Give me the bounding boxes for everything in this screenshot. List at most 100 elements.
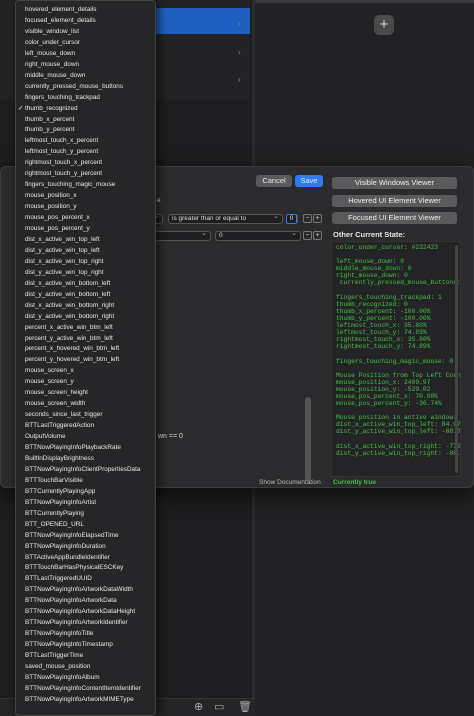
- menu-item-label: dist_x_active_win_bottom_right: [25, 301, 115, 309]
- secondary-select[interactable]: [151, 230, 211, 241]
- menu-item[interactable]: color_under_cursor: [16, 37, 155, 48]
- state-line: currently_pressed_mouse_buttons:: [336, 279, 461, 287]
- menu-item[interactable]: BTTLastTriggerTime: [16, 650, 155, 661]
- menu-item[interactable]: saved_mouse_position: [16, 661, 155, 672]
- save-button[interactable]: Save: [295, 175, 323, 187]
- add-condition-button[interactable]: +: [313, 214, 322, 223]
- plus-icon: +: [379, 16, 389, 33]
- menu-item[interactable]: BTTLastTriggeredAction: [16, 420, 155, 431]
- focused-ui-element-viewer-button[interactable]: Focused UI Element Viewer: [332, 212, 457, 224]
- menu-item[interactable]: mouse_pos_percent_x: [16, 212, 155, 223]
- menu-item[interactable]: hovered_element_details: [16, 4, 155, 15]
- menu-item[interactable]: BTT_OPENED_URL: [16, 519, 155, 530]
- show-documentation-link[interactable]: Show Documentation: [259, 479, 321, 486]
- menu-item-label: dist_y_active_win_bottom_right: [25, 312, 115, 320]
- menu-item[interactable]: leftmost_touch_x_percent: [16, 135, 155, 146]
- menu-item[interactable]: rightmost_touch_y_percent: [16, 168, 155, 179]
- visible-windows-viewer-button[interactable]: Visible Windows Viewer: [332, 177, 457, 189]
- secondary-value-select[interactable]: 0: [215, 230, 301, 241]
- menu-item[interactable]: mouse_screen_height: [16, 387, 155, 398]
- menu-item[interactable]: mouse_pos_percent_y: [16, 223, 155, 234]
- menu-item[interactable]: BTTNowPlayingInfoClientPropertiesData: [16, 464, 155, 475]
- condition-code[interactable]: wn == 0: [158, 433, 183, 440]
- menu-item[interactable]: BTTNowPlayingInfoTitle: [16, 628, 155, 639]
- menu-item[interactable]: mouse_screen_width: [16, 398, 155, 409]
- menu-item[interactable]: rightmost_touch_x_percent: [16, 157, 155, 168]
- menu-item[interactable]: seconds_since_last_trigger: [16, 409, 155, 420]
- menu-item[interactable]: thumb_y_percent: [16, 124, 155, 135]
- menu-item[interactable]: dist_y_active_win_top_right: [16, 267, 155, 278]
- menu-item[interactable]: percent_x_active_win_btm_left: [16, 322, 155, 333]
- menu-item[interactable]: BTTNowPlayingInfoContentItemIdentifier: [16, 683, 155, 694]
- menu-item-label: BTTCurrentlyPlayingApp: [25, 487, 96, 495]
- cancel-button[interactable]: Cancel: [256, 175, 292, 187]
- menu-item[interactable]: BTTCurrentlyPlaying: [16, 508, 155, 519]
- selected-row-highlight[interactable]: [155, 8, 250, 34]
- trash-icon[interactable]: 🗑: [238, 702, 252, 713]
- menu-item[interactable]: dist_x_active_win_bottom_right: [16, 300, 155, 311]
- menu-item[interactable]: BTTNowPlayingInfoPlaybackRate: [16, 442, 155, 453]
- menu-item[interactable]: BTTNowPlayingInfoArtworkIdentifier: [16, 617, 155, 628]
- menu-item[interactable]: dist_y_active_win_bottom_right: [16, 311, 155, 322]
- menu-item-label: BTTNowPlayingInfoArtworkData: [25, 597, 117, 605]
- value-stepper[interactable]: [297, 215, 301, 223]
- menu-item[interactable]: currently_pressed_mouse_buttons: [16, 81, 155, 92]
- menu-item-label: leftmost_touch_x_percent: [25, 137, 99, 145]
- state-scrollbar[interactable]: [455, 245, 458, 473]
- menu-item[interactable]: right_mouse_down: [16, 59, 155, 70]
- operator-select[interactable]: is greater than or equal to: [168, 213, 283, 224]
- add-icon[interactable]: ⊕: [194, 702, 203, 713]
- menu-item[interactable]: dist_x_active_win_top_left: [16, 234, 155, 245]
- value-input[interactable]: 0: [286, 214, 297, 224]
- menu-item[interactable]: dist_y_active_win_top_left: [16, 245, 155, 256]
- menu-item[interactable]: leftmost_touch_y_percent: [16, 146, 155, 157]
- menu-item[interactable]: focused_element_details: [16, 15, 155, 26]
- menu-item[interactable]: BTTNowPlayingInfoArtist: [16, 497, 155, 508]
- menu-item[interactable]: left_mouse_down: [16, 48, 155, 59]
- menu-item[interactable]: dist_x_active_win_top_right: [16, 256, 155, 267]
- menu-item[interactable]: OutputVolume: [16, 431, 155, 442]
- menu-item[interactable]: BTTNowPlayingInfoArtworkData: [16, 595, 155, 606]
- menu-item[interactable]: BTTNowPlayingInfoDuration: [16, 541, 155, 552]
- menu-item[interactable]: BuiltInDisplayBrightness: [16, 453, 155, 464]
- menu-item[interactable]: dist_y_active_win_bottom_left: [16, 289, 155, 300]
- menu-item[interactable]: BTTNowPlayingInfoTimestamp: [16, 639, 155, 650]
- state-line: left_mouse_down: 0: [336, 258, 405, 266]
- chevron-right-icon[interactable]: ›: [238, 75, 241, 84]
- chevron-right-icon[interactable]: ›: [238, 48, 241, 57]
- scrollbar[interactable]: [305, 397, 311, 481]
- menu-item[interactable]: fingers_touching_magic_mouse: [16, 179, 155, 190]
- menu-item[interactable]: BTTLastTriggeredUUID: [16, 573, 155, 584]
- add-button[interactable]: +: [374, 15, 394, 35]
- menu-item[interactable]: BTTTouchBarHasPhysicalESCKey: [16, 562, 155, 573]
- menu-item-label: mouse_position_y: [25, 203, 77, 211]
- menu-item[interactable]: mouse_screen_x: [16, 365, 155, 376]
- menu-item[interactable]: BTTNowPlayingInfoArtworkMIMEType: [16, 694, 155, 705]
- hovered-ui-element-viewer-button[interactable]: Hovered UI Element Viewer: [332, 195, 457, 207]
- remove-row-button[interactable]: −: [303, 231, 312, 240]
- menu-item[interactable]: mouse_screen_y: [16, 376, 155, 387]
- menu-item[interactable]: dist_x_active_win_bottom_left: [16, 278, 155, 289]
- menu-item[interactable]: BTTCurrentlyPlayingApp: [16, 486, 155, 497]
- menu-item[interactable]: thumb_x_percent: [16, 114, 155, 125]
- menu-item[interactable]: middle_mouse_down: [16, 70, 155, 81]
- menu-item[interactable]: BTTNowPlayingInfoArtworkDataWidth: [16, 584, 155, 595]
- add-row-button[interactable]: +: [313, 231, 322, 240]
- menu-item[interactable]: BTTNowPlayingInfoElapsedTime: [16, 530, 155, 541]
- menu-item[interactable]: ✓ thumb_recognized: [16, 103, 155, 114]
- menu-item[interactable]: BTTNowPlayingInfoAlbum: [16, 672, 155, 683]
- menu-item[interactable]: percent_x_hovered_win_btm_left: [16, 343, 155, 354]
- menu-item[interactable]: mouse_position_y: [16, 201, 155, 212]
- remove-condition-button[interactable]: −: [303, 214, 312, 223]
- menu-item[interactable]: BTTActiveAppBundleIdentifier: [16, 552, 155, 563]
- folder-icon[interactable]: ▭: [214, 702, 224, 713]
- menu-item[interactable]: BTTTouchBarVisible: [16, 475, 155, 486]
- menu-item[interactable]: percent_y_active_win_btm_left: [16, 333, 155, 344]
- menu-item[interactable]: percent_y_hovered_win_btm_left: [16, 354, 155, 365]
- menu-item[interactable]: mouse_position_x: [16, 190, 155, 201]
- menu-item[interactable]: BTTNowPlayingInfoArtworkDataHeight: [16, 606, 155, 617]
- state-line: dist_y_active_win_top_right: -88.02: [336, 449, 461, 457]
- chevron-right-icon[interactable]: ›: [238, 19, 241, 28]
- menu-item[interactable]: fingers_touching_trackpad: [16, 92, 155, 103]
- menu-item[interactable]: visible_window_list: [16, 26, 155, 37]
